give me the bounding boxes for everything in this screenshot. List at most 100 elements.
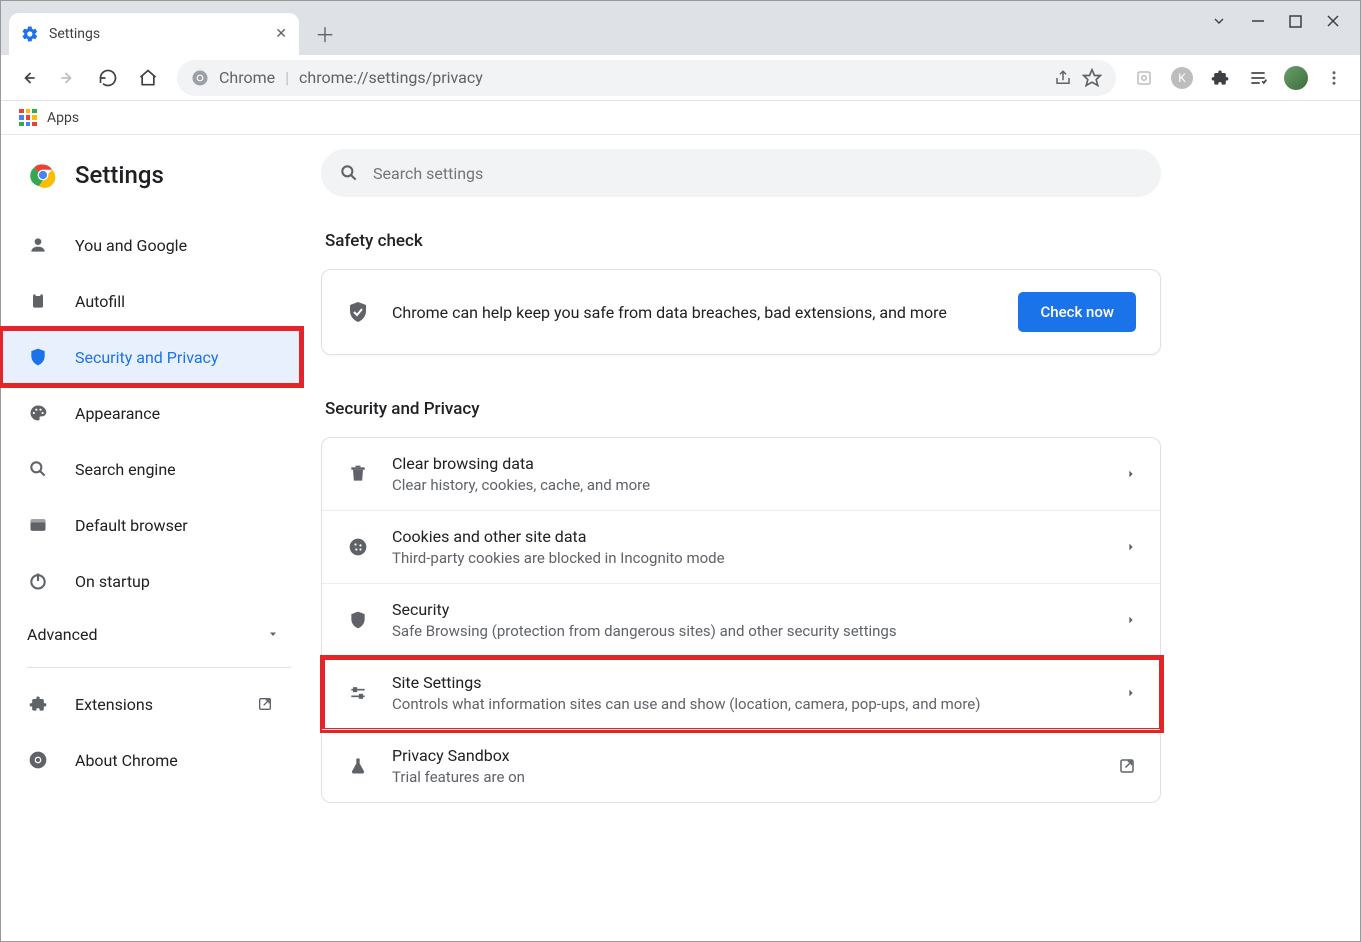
home-button[interactable]	[131, 61, 165, 95]
back-button[interactable]	[11, 61, 45, 95]
row-privacy-sandbox[interactable]: Privacy Sandbox Trial features are on	[322, 729, 1160, 802]
sidebar-item-search-engine[interactable]: Search engine	[1, 441, 299, 497]
open-external-icon	[257, 696, 273, 712]
search-input[interactable]	[373, 164, 1143, 183]
chevron-right-icon	[1126, 542, 1136, 552]
chrome-page-icon	[191, 69, 209, 87]
settings-sidebar: Settings You and Google Autofill Securit…	[1, 135, 311, 941]
shield-icon	[27, 347, 49, 367]
sidebar-separator	[27, 667, 291, 668]
address-bar[interactable]: Chrome | chrome://settings/privacy	[177, 60, 1116, 96]
row-title: Cookies and other site data	[392, 527, 725, 546]
row-subtitle: Trial features are on	[392, 768, 525, 786]
close-window-button[interactable]	[1326, 14, 1340, 28]
sidebar-item-label: Default browser	[75, 516, 188, 535]
settings-search[interactable]	[321, 149, 1161, 197]
sidebar-item-label: Appearance	[75, 404, 160, 423]
row-title: Security	[392, 600, 897, 619]
bookmarks-bar: Apps	[1, 101, 1360, 135]
person-icon	[27, 235, 49, 255]
safety-check-text: Chrome can help keep you safe from data …	[392, 303, 996, 322]
sidebar-item-label: Security and Privacy	[75, 348, 218, 367]
reload-button[interactable]	[91, 61, 125, 95]
row-subtitle: Controls what information sites can use …	[392, 695, 981, 713]
row-subtitle: Safe Browsing (protection from dangerous…	[392, 622, 897, 640]
shield-check-icon	[346, 300, 370, 324]
sidebar-item-security[interactable]: Security and Privacy	[1, 329, 301, 385]
chevron-right-icon	[1126, 688, 1136, 698]
tab-title: Settings	[49, 26, 265, 42]
sliders-icon	[346, 683, 370, 703]
share-icon[interactable]	[1054, 69, 1072, 87]
settings-title: Settings	[75, 161, 164, 189]
flask-icon	[346, 756, 370, 776]
new-tab-button[interactable]: ＋	[307, 15, 343, 51]
gear-icon	[21, 25, 39, 43]
safety-check-heading: Safety check	[325, 231, 1161, 251]
chrome-logo-icon	[29, 161, 57, 189]
palette-icon	[27, 403, 49, 423]
trash-icon	[346, 464, 370, 484]
sidebar-item-appearance[interactable]: Appearance	[1, 385, 299, 441]
extensions-puzzle-icon[interactable]	[1204, 62, 1236, 94]
minimize-button[interactable]	[1251, 14, 1265, 28]
row-title: Site Settings	[392, 673, 981, 692]
browser-icon	[27, 515, 49, 535]
sidebar-item-default-browser[interactable]: Default browser	[1, 497, 299, 553]
extension-icon-2[interactable]: K	[1166, 62, 1198, 94]
open-external-icon	[1118, 757, 1136, 775]
apps-grid-icon[interactable]	[19, 109, 37, 127]
settings-brand: Settings	[1, 145, 311, 217]
sidebar-item-label: Autofill	[75, 292, 125, 311]
row-subtitle: Third-party cookies are blocked in Incog…	[392, 549, 725, 567]
chevron-right-icon	[1126, 469, 1136, 479]
address-divider: |	[285, 68, 289, 87]
privacy-heading: Security and Privacy	[325, 399, 1161, 419]
row-site-settings[interactable]: Site Settings Controls what information …	[322, 656, 1160, 729]
sidebar-item-on-startup[interactable]: On startup	[1, 553, 299, 609]
sidebar-item-autofill[interactable]: Autofill	[1, 273, 299, 329]
extension-icon-1[interactable]	[1128, 62, 1160, 94]
row-subtitle: Clear history, cookies, cache, and more	[392, 476, 650, 494]
row-cookies[interactable]: Cookies and other site data Third-party …	[322, 510, 1160, 583]
sidebar-advanced-toggle[interactable]: Advanced	[1, 609, 311, 659]
bookmark-star-icon[interactable]	[1082, 68, 1102, 88]
row-title: Privacy Sandbox	[392, 746, 525, 765]
window-titlebar: Settings ✕ ＋	[1, 1, 1360, 55]
row-security[interactable]: Security Safe Browsing (protection from …	[322, 583, 1160, 656]
sidebar-item-you-and-google[interactable]: You and Google	[1, 217, 299, 273]
address-label: Chrome	[219, 68, 275, 87]
chevron-right-icon	[1126, 615, 1136, 625]
power-icon	[27, 571, 49, 591]
cookie-icon	[346, 537, 370, 557]
chevron-down-icon[interactable]	[1211, 13, 1227, 29]
close-icon[interactable]: ✕	[275, 26, 287, 42]
chevron-down-icon	[267, 628, 279, 640]
row-title: Clear browsing data	[392, 454, 650, 473]
advanced-label: Advanced	[27, 625, 98, 644]
sidebar-item-extensions[interactable]: Extensions	[1, 676, 299, 732]
clipboard-icon	[27, 291, 49, 311]
browser-toolbar: Chrome | chrome://settings/privacy K	[1, 55, 1360, 101]
search-icon	[339, 163, 359, 183]
shield-icon	[346, 610, 370, 630]
profile-avatar[interactable]	[1280, 62, 1312, 94]
maximize-button[interactable]	[1289, 15, 1302, 28]
window-controls	[1191, 1, 1360, 41]
settings-main: Safety check Chrome can help keep you sa…	[311, 135, 1211, 941]
search-icon	[27, 459, 49, 479]
chrome-menu-button[interactable]	[1318, 62, 1350, 94]
privacy-card: Clear browsing data Clear history, cooki…	[321, 437, 1161, 803]
apps-label[interactable]: Apps	[47, 110, 79, 126]
address-url: chrome://settings/privacy	[299, 68, 483, 87]
sidebar-item-label: On startup	[75, 572, 150, 591]
reading-list-icon[interactable]	[1242, 62, 1274, 94]
sidebar-item-about-chrome[interactable]: About Chrome	[1, 732, 299, 788]
row-clear-browsing-data[interactable]: Clear browsing data Clear history, cooki…	[322, 438, 1160, 510]
browser-tab[interactable]: Settings ✕	[9, 13, 299, 55]
puzzle-icon	[27, 694, 49, 714]
sidebar-item-label: You and Google	[75, 236, 187, 255]
forward-button[interactable]	[51, 61, 85, 95]
check-now-button[interactable]: Check now	[1018, 292, 1136, 332]
sidebar-item-label: Search engine	[75, 460, 176, 479]
